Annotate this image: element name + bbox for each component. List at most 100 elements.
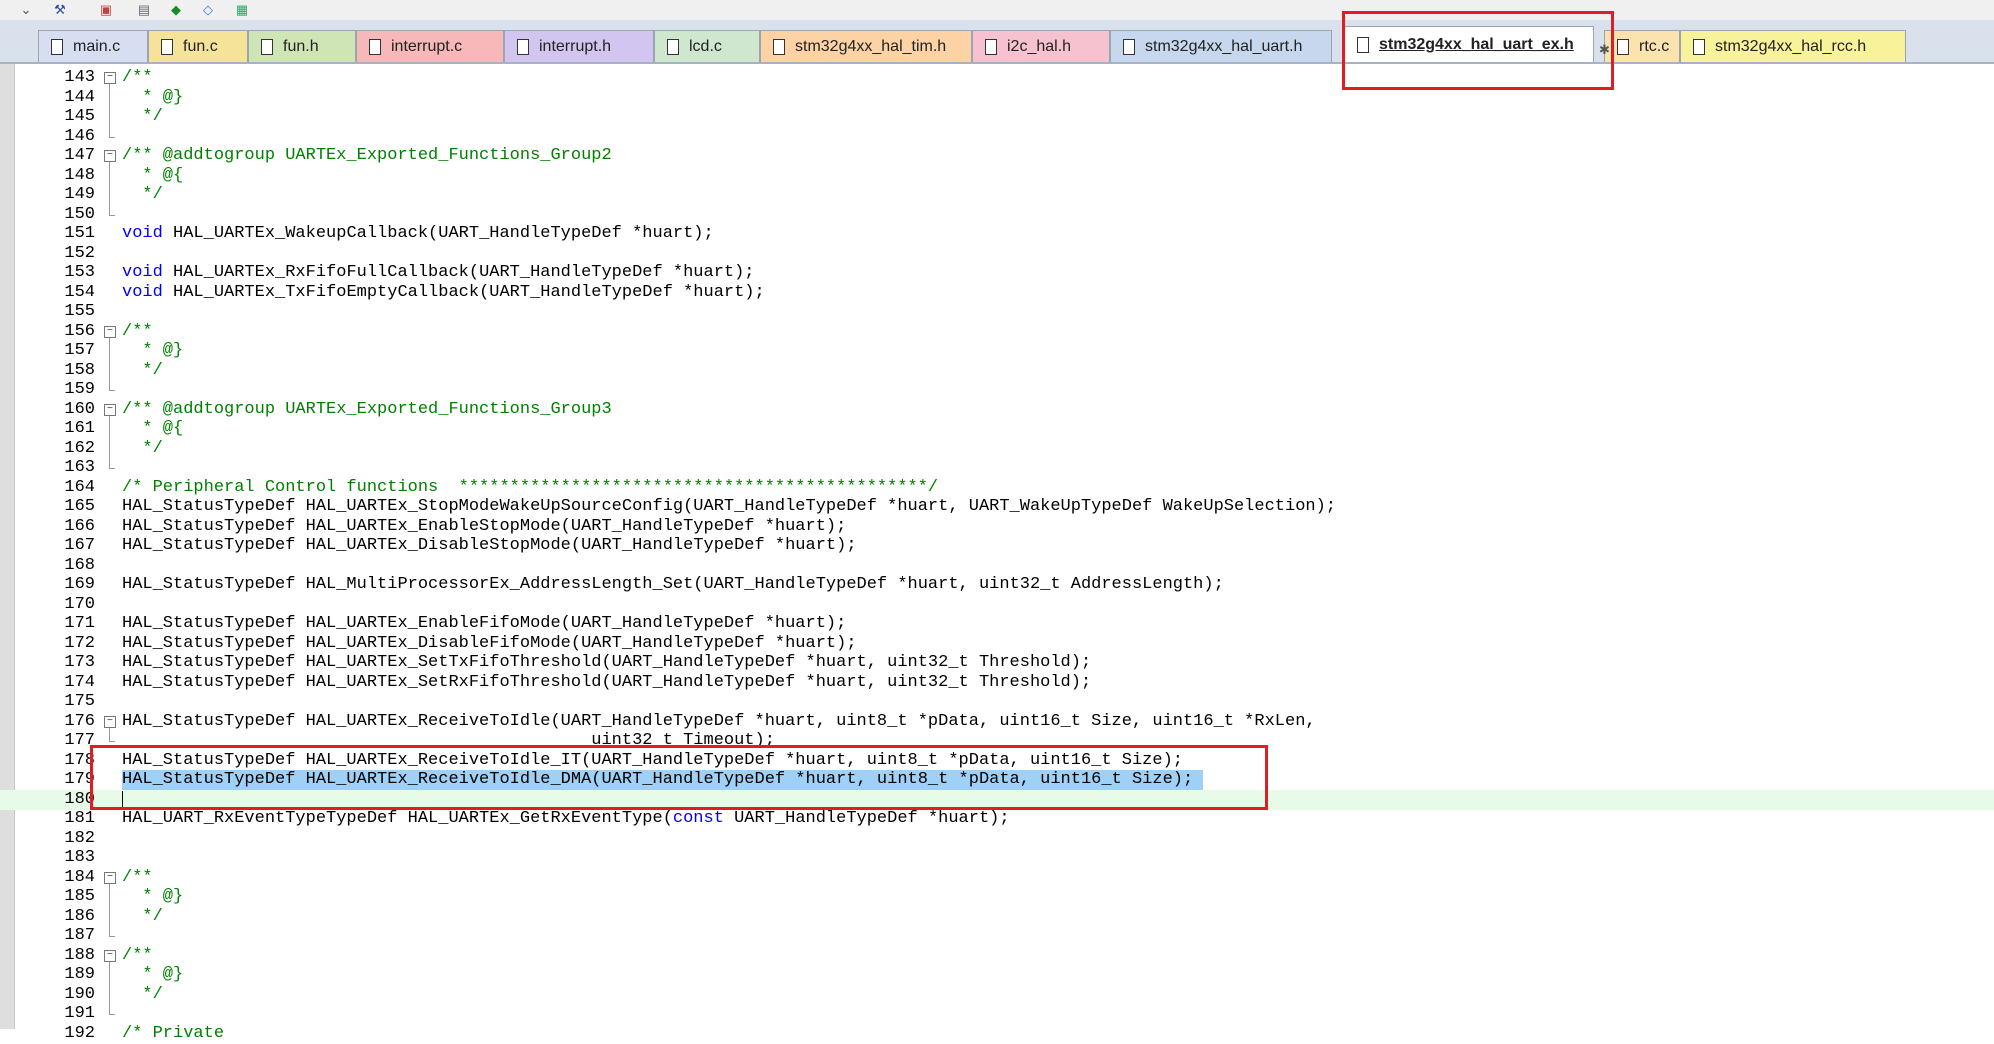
- fold-guide: [104, 127, 116, 147]
- line-number: 172: [64, 634, 95, 653]
- tab-i2c-hal-h[interactable]: i2c_hal.h: [972, 30, 1110, 62]
- tab-stm32g4xx-hal-rcc-h[interactable]: stm32g4xx_hal_rcc.h: [1680, 30, 1906, 62]
- code-line[interactable]: HAL_StatusTypeDef HAL_UARTEx_SetTxFifoTh…: [122, 653, 1091, 673]
- code-line[interactable]: HAL_UART_RxEventTypeTypeDef HAL_UARTEx_G…: [122, 809, 1010, 829]
- build-tools-icon[interactable]: ⚒: [50, 0, 70, 18]
- document-icon: [773, 38, 785, 55]
- code-line[interactable]: uint32_t Timeout);: [122, 731, 775, 751]
- diamond-icon[interactable]: ◇: [198, 0, 218, 18]
- fold-toggle-icon[interactable]: −: [104, 146, 116, 166]
- tab-lcd-c[interactable]: lcd.c: [654, 30, 760, 62]
- pin-icon[interactable]: ✱: [1599, 42, 1610, 58]
- tab-stm32g4xx-hal-uart-h[interactable]: stm32g4xx_hal_uart.h: [1110, 30, 1332, 62]
- window-icon[interactable]: ▦: [232, 0, 252, 18]
- code-line[interactable]: */: [122, 107, 162, 127]
- code-line[interactable]: HAL_StatusTypeDef HAL_MultiProcessorEx_A…: [122, 575, 1224, 595]
- tab-fun-h[interactable]: fun.h: [248, 30, 356, 62]
- tab-interrupt-c[interactable]: interrupt.c: [356, 30, 504, 62]
- line-number: 187: [64, 926, 95, 945]
- manage-components-icon[interactable]: ▣: [96, 0, 116, 18]
- code-line[interactable]: * @}: [122, 887, 183, 907]
- code-line[interactable]: HAL_StatusTypeDef HAL_UARTEx_StopModeWak…: [122, 497, 1336, 517]
- code-line[interactable]: HAL_StatusTypeDef HAL_UARTEx_DisableStop…: [122, 536, 857, 556]
- selected-code-line[interactable]: HAL_StatusTypeDef HAL_UARTEx_ReceiveToId…: [122, 770, 1204, 790]
- document-icon: [1617, 38, 1629, 55]
- line-number: 143: [64, 68, 95, 87]
- code-line[interactable]: /* Peripheral Control functions ********…: [122, 478, 938, 498]
- code-token: HAL_UART_RxEventTypeTypeDef HAL_UARTEx_G…: [122, 809, 673, 828]
- code-line[interactable]: HAL_StatusTypeDef HAL_UARTEx_ReceiveToId…: [122, 751, 1183, 771]
- code-line[interactable]: /**: [122, 68, 153, 88]
- code-line[interactable]: /** @addtogroup UARTEx_Exported_Function…: [122, 146, 612, 166]
- fold-guide: [104, 731, 116, 751]
- tab-interrupt-h[interactable]: interrupt.h: [504, 30, 654, 62]
- fold-guide: [104, 907, 116, 927]
- document-icon: [51, 38, 63, 55]
- line-number: 192: [64, 1024, 95, 1043]
- code-line[interactable]: /**: [122, 322, 153, 342]
- line-number: 176: [64, 712, 95, 731]
- fold-guide: [104, 205, 116, 225]
- tab-label: stm32g4xx_hal_rcc.h: [1715, 37, 1867, 55]
- document-icon: [161, 38, 173, 55]
- code-line[interactable]: HAL_StatusTypeDef HAL_UARTEx_ReceiveToId…: [122, 712, 1316, 732]
- keyword-token: void: [122, 283, 163, 302]
- comment-token: /** @addtogroup UARTEx_Exported_Function…: [122, 400, 612, 419]
- tab-fun-c[interactable]: fun.c: [148, 30, 248, 62]
- fold-toggle-icon[interactable]: −: [104, 322, 116, 342]
- code-line[interactable]: HAL_StatusTypeDef HAL_UARTEx_SetRxFifoTh…: [122, 673, 1091, 693]
- line-number: 156: [64, 322, 95, 341]
- tab-main-c[interactable]: main.c: [38, 30, 148, 62]
- code-line[interactable]: * @{: [122, 419, 183, 439]
- code-token: HAL_StatusTypeDef HAL_UARTEx_StopModeWak…: [122, 497, 1336, 516]
- code-editor[interactable]: 143−/** 144 * @} 145 */146 147−/** @addtogr…: [0, 64, 1994, 1043]
- fold-guide: [104, 458, 116, 478]
- pack-installer-icon[interactable]: ▤: [134, 0, 154, 18]
- comment-token: /**: [122, 68, 153, 87]
- dropdown-arrow-icon[interactable]: ⌄: [16, 0, 36, 18]
- code-line[interactable]: /**: [122, 946, 153, 966]
- tab-stm32g4xx-hal-tim-h[interactable]: stm32g4xx_hal_tim.h: [760, 30, 972, 62]
- code-line[interactable]: * @{: [122, 166, 183, 186]
- code-line[interactable]: * @}: [122, 341, 183, 361]
- code-line[interactable]: HAL_StatusTypeDef HAL_UARTEx_EnableStopM…: [122, 517, 846, 537]
- code-line[interactable]: */: [122, 185, 162, 205]
- code-line[interactable]: */: [122, 439, 162, 459]
- line-number: 178: [64, 751, 95, 770]
- code-line[interactable]: */: [122, 985, 162, 1005]
- code-token: HAL_StatusTypeDef HAL_UARTEx_SetTxFifoTh…: [122, 653, 1092, 672]
- code-line[interactable]: */: [122, 361, 162, 381]
- code-token: HAL_UARTEx_TxFifoEmptyCallback(UART_Hand…: [162, 283, 765, 302]
- tab-stm32g4xx-hal-uart-ex-h[interactable]: stm32g4xx_hal_uart_ex.h: [1344, 26, 1594, 62]
- line-number: 184: [64, 868, 95, 887]
- fold-toggle-icon[interactable]: −: [104, 868, 116, 888]
- code-line[interactable]: /* Private: [122, 1024, 234, 1044]
- code-line[interactable]: void HAL_UARTEx_TxFifoEmptyCallback(UART…: [122, 283, 765, 303]
- line-number: 180: [64, 790, 95, 809]
- tab-label: rtc.c: [1639, 37, 1670, 55]
- line-number: 165: [64, 497, 95, 516]
- fold-toggle-icon[interactable]: −: [104, 712, 116, 732]
- code-line[interactable]: */: [122, 907, 162, 927]
- tab-label: lcd.c: [689, 37, 722, 55]
- fold-toggle-icon[interactable]: −: [104, 400, 116, 420]
- code-line[interactable]: /**: [122, 868, 153, 888]
- tab-label: i2c_hal.h: [1007, 37, 1072, 55]
- tab-rtc-c[interactable]: rtc.c: [1604, 30, 1680, 62]
- code-line[interactable]: * @}: [122, 965, 183, 985]
- fold-toggle-icon[interactable]: −: [104, 946, 116, 966]
- fold-guide: [104, 439, 116, 459]
- code-line[interactable]: void HAL_UARTEx_WakeupCallback(UART_Hand…: [122, 224, 714, 244]
- code-line[interactable]: /** @addtogroup UARTEx_Exported_Function…: [122, 400, 612, 420]
- fold-guide: [104, 361, 116, 381]
- fold-toggle-icon[interactable]: −: [104, 68, 116, 88]
- code-line[interactable]: HAL_StatusTypeDef HAL_UARTEx_DisableFifo…: [122, 634, 857, 654]
- keyword-token: void: [122, 263, 163, 282]
- comment-token: /* Private: [122, 1024, 235, 1043]
- code-line[interactable]: HAL_StatusTypeDef HAL_UARTEx_EnableFifoM…: [122, 614, 846, 634]
- code-line[interactable]: void HAL_UARTEx_RxFifoFullCallback(UART_…: [122, 263, 755, 283]
- fold-guide: [104, 380, 116, 400]
- select-software-packs-icon[interactable]: ◆: [166, 0, 186, 18]
- line-number: 164: [64, 478, 95, 497]
- code-line[interactable]: * @}: [122, 88, 183, 108]
